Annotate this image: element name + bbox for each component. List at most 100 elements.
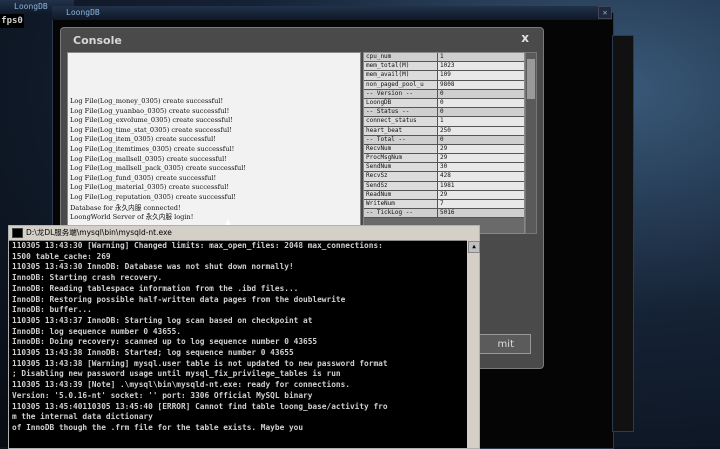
log-line: Log File(Log_time_stat_0305) create succ…	[70, 125, 232, 134]
stat-key: non_paged_pool_u	[364, 80, 438, 89]
stat-value: 9808	[438, 80, 524, 89]
stat-row: -- Total -- 0	[364, 135, 524, 145]
stat-key: WriteNum	[364, 200, 438, 209]
stat-row: ProcMsgNum 29	[364, 154, 524, 164]
console-title: Console	[73, 34, 122, 47]
mysqld-output-line: InnoDB: log sequence number 0 43655.	[12, 326, 181, 336]
stat-value: 109	[438, 71, 524, 80]
stat-row: -- TickLog -- 5016	[364, 209, 524, 219]
log-line: Log File(Log_exvolume_0305) create succe…	[70, 116, 233, 125]
stat-key: -- Status --	[364, 108, 438, 117]
stat-row: mem_total(M) 1023	[364, 62, 524, 72]
stat-key: -- TickLog --	[364, 209, 438, 218]
log-line: Log File(Log_reputation_0305) create suc…	[70, 192, 237, 201]
stat-key: SendNum	[364, 163, 438, 172]
mysqld-output-line: 110305 13:43:37 InnoDB: Starting log sca…	[12, 315, 313, 325]
stat-row: heart_beat 250	[364, 126, 524, 136]
stats-scrollbar[interactable]	[525, 52, 537, 234]
stat-value: 1981	[438, 181, 524, 190]
stat-row: WriteNum 7	[364, 200, 524, 210]
stat-key: RecvNum	[364, 144, 438, 154]
mysqld-output-line: 1500 table_cache: 269	[12, 251, 111, 261]
stat-row: SendNum 30	[364, 163, 524, 173]
mysqld-title-text: D:\龙DL服务端\mysql\bin\mysqld-nt.exe	[26, 228, 172, 237]
mysqld-output-line: InnoDB: Reading tablespace information f…	[12, 283, 299, 293]
mysqld-console-window: D:\龙DL服务端\mysql\bin\mysqld-nt.exe 110305…	[8, 225, 480, 449]
log-line: Log File(Log_mallsell_pack_0305) create …	[70, 164, 247, 173]
stat-value: 7	[438, 200, 524, 209]
log-lines: Log File(Log_money_0305) create successf…	[70, 97, 246, 203]
db-status-lines: Database for 永久内服 connected! LoongWorld S…	[70, 204, 193, 223]
mysqld-output-line: InnoDB: Starting crash recovery.	[12, 273, 163, 283]
stat-row: connect_status 1	[364, 117, 524, 127]
stat-key: mem_avail(M)	[364, 71, 438, 80]
mysqld-scrollbar[interactable]: ▲	[467, 240, 480, 448]
back-window-title-center[interactable]: LoongDB	[52, 6, 612, 20]
log-line: Log File(Log_item_0305) create successfu…	[70, 135, 216, 144]
stat-value: 1023	[438, 62, 524, 71]
mysqld-output-line: Version: '5.0.16-nt' socket: '' port: 33…	[12, 390, 313, 400]
log-line: Log File(Log_material_0305) create succe…	[70, 183, 230, 192]
log-line: Log File(Log_itemtimes_0305) create succ…	[70, 144, 235, 153]
stat-key: -- Total --	[364, 135, 438, 144]
db-status-line: Database for 永久内服 connected!	[70, 204, 181, 212]
stat-row: -- Version -- 0	[364, 89, 524, 99]
server-stats-table: cpu_num 1 mem_total(M) 1023 mem_avail(M) 109 n…	[363, 52, 525, 234]
stat-key: -- Version --	[364, 89, 438, 98]
fps-counter: fps0	[0, 14, 24, 28]
stat-key: heart_beat	[364, 126, 438, 135]
stat-value: 1	[438, 53, 524, 62]
log-line: Log File(Log_yuanbao_0305) create succes…	[70, 106, 230, 115]
stat-row: LoongDB 0	[364, 98, 524, 109]
stat-row: ReadNum 29	[364, 190, 524, 200]
mysqld-output-line: InnoDB: Restoring possible half-written …	[12, 294, 346, 304]
back-window-right-edge	[612, 35, 634, 432]
stat-value: 0	[438, 135, 524, 144]
stat-row: mem_avail(M) 109	[364, 71, 524, 81]
mysqld-output: 110305 13:43:30 [Warning] Changed limits…	[12, 241, 465, 448]
mysqld-output-line: 110305 13:43:38 InnoDB: Started; log seq…	[12, 348, 294, 358]
stat-value: 1	[438, 117, 524, 126]
console-close-button[interactable]: x	[521, 31, 529, 45]
mysqld-output-line: 110305 13:43:30 InnoDB: Database was not…	[12, 262, 294, 272]
mysqld-output-line: 110305 13:43:39 [Note] .\mysql\bin\mysql…	[12, 380, 350, 390]
mysqld-title-bar[interactable]: D:\龙DL服务端\mysql\bin\mysqld-nt.exe	[9, 226, 479, 241]
mysqld-output-line: InnoDB: Doing recovery: scanned up to lo…	[12, 337, 318, 347]
stat-value: 0	[438, 98, 524, 108]
stat-key: LoongDB	[364, 98, 438, 108]
stat-value: 0	[438, 89, 524, 98]
stat-value: 5016	[438, 209, 524, 218]
stat-row: SendSz 1981	[364, 181, 524, 191]
back-window-close-icon[interactable]: ✕	[598, 6, 612, 19]
stat-row: RecvSz 428	[364, 172, 524, 182]
stat-key: mem_total(M)	[364, 62, 438, 71]
log-line: Log File(Log_fund_0305) create successfu…	[70, 173, 217, 182]
cmd-icon	[12, 228, 23, 238]
log-line: Log File(Log_mallsell_0305) create succe…	[70, 154, 227, 163]
stat-key: connect_status	[364, 117, 438, 126]
stat-value: 0	[438, 108, 524, 117]
stat-row: cpu_num 1	[364, 53, 524, 63]
stat-row: RecvNum 29	[364, 144, 524, 155]
mysqld-output-line: 110305 13:43:30 [Warning] Changed limits…	[12, 241, 383, 250]
stat-value: 29	[438, 144, 524, 154]
stat-value: 30	[438, 163, 524, 172]
mysqld-output-line: 110305 13:43:38 [Warning] mysql.user tab…	[12, 358, 388, 368]
stat-row: -- Status -- 0	[364, 108, 524, 118]
stat-value: 29	[438, 154, 524, 163]
stat-row: non_paged_pool_u 9808	[364, 80, 524, 90]
stat-key: ProcMsgNum	[364, 154, 438, 163]
stat-key: RecvSz	[364, 172, 438, 181]
mysqld-output-line: InnoDB: buffer...	[12, 305, 92, 315]
stat-key: SendSz	[364, 181, 438, 190]
mysqld-output-line: 110305 13:45:40110305 13:45:40 [ERROR] C…	[12, 401, 388, 411]
mysqld-output-line: m the internal data dictionary	[12, 412, 153, 422]
db-status-line: LoongWorld Server of 永久内服 login!	[70, 213, 194, 222]
mysqld-output-line: ; Disabling new password usage until mys…	[12, 369, 341, 379]
stats-scroll-thumb[interactable]	[527, 59, 535, 99]
stat-key: ReadNum	[364, 190, 438, 199]
scroll-up-arrow-icon[interactable]: ▲	[468, 241, 480, 253]
mysqld-output-line: of InnoDB though the .frm file for the t…	[12, 422, 304, 432]
log-line: Log File(Log_money_0305) create successf…	[70, 97, 224, 105]
stat-value: 29	[438, 190, 524, 199]
